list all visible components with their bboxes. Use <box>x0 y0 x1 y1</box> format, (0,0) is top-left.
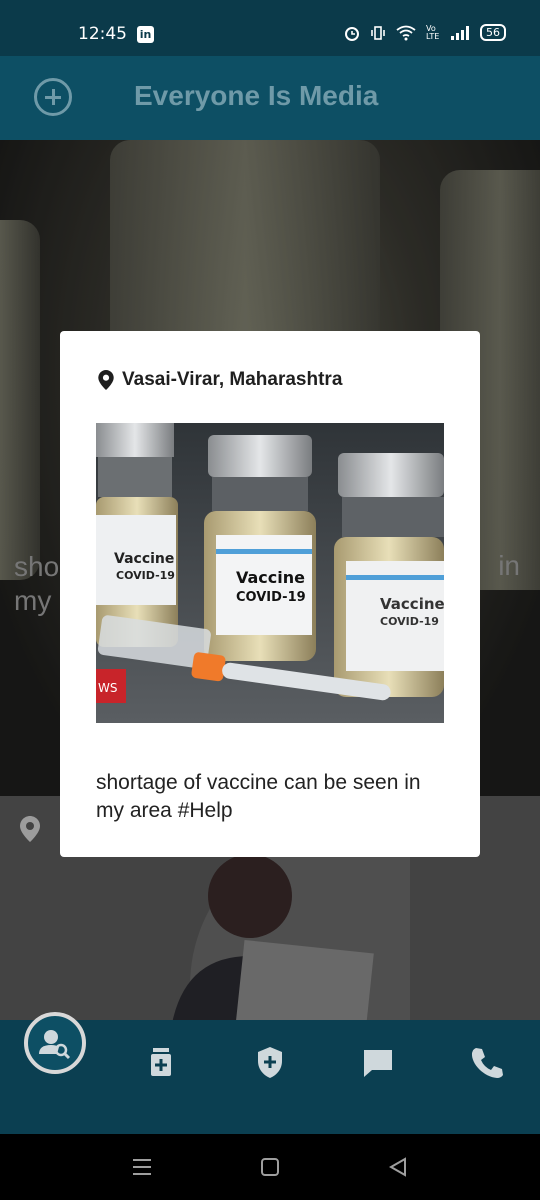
app-title: Everyone Is Media <box>134 80 379 111</box>
post-image[interactable]: Vaccine COVID-19 Vaccine COVID-19 Vaccin… <box>96 423 444 723</box>
medicine-icon <box>151 1048 171 1076</box>
post-detail-dialog: Vasai-Virar, Maharashtra Vaccine COVID-1… <box>60 331 480 857</box>
phone-icon <box>471 1048 503 1078</box>
nav-item-user-search[interactable] <box>24 1012 86 1074</box>
system-navigation-bar <box>0 1134 540 1200</box>
nav-item-shield[interactable] <box>250 1042 290 1082</box>
nav-item-medicine[interactable] <box>141 1042 181 1082</box>
app-bar: Everyone Is Media <box>0 56 540 140</box>
vial-main-label-1: Vaccine <box>236 568 305 587</box>
signal-icon <box>451 25 469 40</box>
battery-indicator: 56 <box>480 24 506 41</box>
home-icon[interactable] <box>259 1156 281 1178</box>
user-search-icon <box>39 1030 71 1060</box>
image-corner-tag: WS <box>98 681 117 695</box>
nav-item-phone[interactable] <box>466 1042 506 1082</box>
vial-right-label-2: COVID-19 <box>380 615 439 628</box>
shield-plus-icon <box>258 1047 282 1078</box>
wifi-icon <box>396 25 416 40</box>
plus-circle-icon[interactable] <box>34 78 72 116</box>
post-location: Vasai-Virar, Maharashtra <box>98 369 342 391</box>
vial-left-label-2: COVID-19 <box>116 569 175 582</box>
status-time: 12:45 <box>78 24 127 44</box>
post-caption: shortage of vaccine can be seen in my ar… <box>96 771 421 822</box>
status-bar: 12:45 in Vo LTE 56 <box>0 0 540 56</box>
alarm-icon <box>345 26 359 41</box>
vial-main-label-2: COVID-19 <box>236 590 306 605</box>
linkedin-icon: in <box>137 26 154 43</box>
recents-icon[interactable] <box>131 1156 153 1178</box>
back-icon[interactable] <box>387 1156 409 1178</box>
post-location-label: Vasai-Virar, Maharashtra <box>122 369 343 390</box>
status-icons: Vo LTE 56 <box>344 24 506 41</box>
vial-right-label-1: Vaccine <box>380 595 444 613</box>
location-pin-icon <box>98 370 114 390</box>
vial-left-label-1: Vaccine <box>114 551 174 567</box>
bottom-navigation <box>0 1012 540 1134</box>
vibrate-icon <box>371 25 385 40</box>
chat-icon <box>364 1050 392 1077</box>
nav-item-chat[interactable] <box>358 1042 398 1082</box>
volte-label: Vo LTE <box>426 23 440 41</box>
